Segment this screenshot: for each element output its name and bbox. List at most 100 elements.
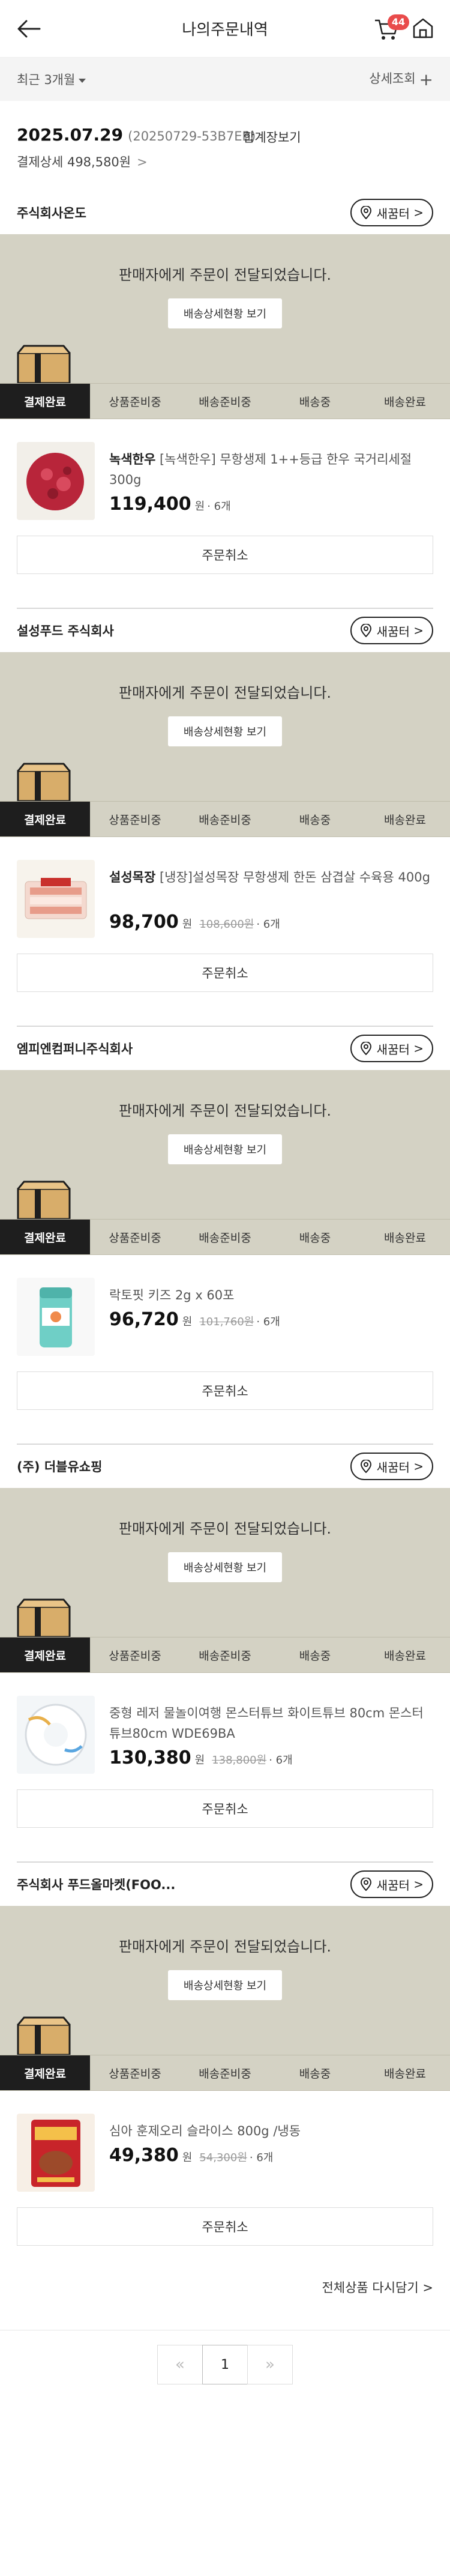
product-name[interactable]: 락토핏 키즈 2g x 60포 (109, 1285, 433, 1305)
delivery-detail-button[interactable]: 배송상세현황 보기 (167, 716, 283, 746)
shop-button[interactable]: 새꿈터 > (350, 1453, 433, 1480)
product-item[interactable]: 설성목장 [냉장]설성목장 무항생제 한돈 삼겹살 수육용 400g 98,70… (0, 837, 450, 942)
delivery-message: 판매자에게 주문이 전달되었습니다. (118, 267, 332, 283)
seller-name: 설성푸드 주식회사 (17, 624, 114, 638)
product-desc: [냉장]설성목장 무항생제 한돈 삼겹살 수육용 400g (159, 870, 430, 884)
payment-detail-text: 결제상세 498,580원 (17, 155, 131, 169)
shop-button-label: 새꿈터 (376, 624, 410, 639)
product-desc: 락토핏 키즈 2g x 60포 (109, 1288, 235, 1302)
product-desc: 심아 훈제오리 슬라이스 800g /냉동 (109, 2124, 301, 2138)
quantity: · 6개 (256, 1316, 280, 1328)
product-price: 98,700 원 108,600원 · 6개 (109, 912, 280, 933)
product-item[interactable]: 심아 훈제오리 슬라이스 800g /냉동 49,380 원 54,300원 · 6개 (0, 2091, 450, 2195)
location-pin-icon (360, 1878, 371, 1891)
delivery-banner: 판매자에게 주문이 전달되었습니다. 배송상세현황 보기 (0, 652, 450, 801)
delivery-banner: 판매자에게 주문이 전달되었습니다. 배송상세현황 보기 (0, 1070, 450, 1219)
cancel-order-button[interactable]: 주문취소 (17, 2207, 433, 2246)
prev-page-button[interactable]: « (157, 2345, 203, 2384)
cancel-order-button[interactable]: 주문취소 (17, 536, 433, 574)
back-arrow-icon[interactable] (16, 17, 42, 41)
delivery-message: 판매자에게 주문이 전달되었습니다. (118, 1102, 332, 1119)
order-date: 2025.07.29 (20250729-53B7EB) (17, 125, 256, 145)
status-step-4: 배송완료 (384, 1231, 426, 1245)
product-thumbnail[interactable] (17, 860, 95, 938)
status-step-2: 배송준비중 (199, 1649, 251, 1663)
status-step-0: 결제완료 (0, 1637, 90, 1672)
shop-button[interactable]: 새꿈터 > (350, 1870, 433, 1898)
shop-button[interactable]: 새꿈터 > (350, 199, 433, 226)
status-step-2: 배송준비중 (199, 1231, 251, 1245)
product-name[interactable]: 설성목장 [냉장]설성목장 무항생제 한돈 삼겹살 수육용 400g (109, 867, 433, 887)
cancel-order-button[interactable]: 주문취소 (17, 1789, 433, 1828)
quantity: · 6개 (269, 1754, 293, 1767)
chevron-right-icon: > (413, 1877, 424, 1891)
receipt-link[interactable]: 합계장보기 (243, 128, 301, 146)
product-price: 130,380 원 138,800원 · 6개 (109, 1747, 293, 1768)
chevron-right-icon: > (413, 623, 424, 638)
status-step-1: 상품준비중 (109, 813, 161, 827)
chevron-down-icon (79, 78, 86, 83)
seller-card: 엠피엔컴퍼니주식회사 새꿈터 > 판매자에게 주문이 전달되었습니다. 배송상세… (0, 1027, 450, 1445)
cancel-order-button[interactable]: 주문취소 (17, 954, 433, 992)
seller-list: 주식회사온도 새꿈터 > 판매자에게 주문이 전달되었습니다. 배송상세현황 보… (0, 191, 450, 2246)
original-price: 138,800원 (212, 1754, 267, 1767)
status-step-1: 상품준비중 (109, 1649, 161, 1663)
chevron-right-icon: > (413, 205, 424, 220)
parcel-box-icon (17, 763, 71, 801)
pagination: « 1 » (0, 2330, 450, 2486)
delivery-detail-button[interactable]: 배송상세현황 보기 (167, 1552, 283, 1582)
product-item[interactable]: 중형 레저 물놀이여행 몬스터튜브 화이트튜브 80cm 몬스터튜브80cm W… (0, 1673, 450, 1777)
reorder-all-label: 전체상품 다시담기 (322, 2281, 419, 2295)
status-step-3: 배송중 (299, 813, 331, 827)
detail-search-button[interactable]: 상세조회 + (369, 69, 433, 89)
product-price: 96,720 원 101,760원 · 6개 (109, 1309, 280, 1330)
shop-button-label: 새꿈터 (376, 1878, 410, 1893)
app-header: 나의주문내역 44 (0, 0, 450, 58)
product-thumbnail[interactable] (17, 442, 95, 520)
price-unit: 원 (182, 1316, 193, 1328)
shop-button-label: 새꿈터 (376, 206, 410, 221)
delivery-detail-button[interactable]: 배송상세현황 보기 (167, 298, 283, 328)
status-step-3: 배송중 (299, 1231, 331, 1245)
home-icon[interactable] (410, 16, 436, 41)
order-number: (20250729-53B7EB) (128, 129, 256, 144)
cancel-order-button[interactable]: 주문취소 (17, 1371, 433, 1410)
price-value: 49,380 (109, 2145, 179, 2166)
location-pin-icon (360, 206, 371, 219)
chevron-right-icon: > (137, 155, 148, 169)
status-step-3: 배송중 (299, 1649, 331, 1663)
page-title: 나의주문내역 (182, 21, 268, 39)
location-pin-icon (360, 624, 371, 637)
status-step-2: 배송준비중 (199, 395, 251, 409)
seller-row: 주식회사 푸드올마켓(FOO... 새꿈터 > (0, 1863, 450, 1906)
quantity: · 6개 (249, 2151, 274, 2164)
reorder-all-link[interactable]: 전체상품 다시담기 > (322, 2278, 433, 2296)
status-step-3: 배송중 (299, 2067, 331, 2081)
product-thumbnail[interactable] (17, 1278, 95, 1356)
delivery-message: 판매자에게 주문이 전달되었습니다. (118, 685, 332, 701)
product-item[interactable]: 락토핏 키즈 2g x 60포 96,720 원 101,760원 · 6개 (0, 1255, 450, 1359)
product-name[interactable]: 녹색한우 [녹색한우] 무항생제 1++등급 한우 국거리세절 300g (109, 449, 433, 490)
product-name[interactable]: 중형 레저 물놀이여행 몬스터튜브 화이트튜브 80cm 몬스터튜브80cm W… (109, 1703, 433, 1744)
shop-button[interactable]: 새꿈터 > (350, 1035, 433, 1062)
period-dropdown[interactable]: 최근 3개월 (17, 70, 86, 88)
seller-name: 엠피엔컴퍼니주식회사 (17, 1042, 133, 1056)
status-steps: 결제완료 상품준비중 배송준비중 배송중 배송완료 (0, 1219, 450, 1255)
product-item[interactable]: 녹색한우 [녹색한우] 무항생제 1++등급 한우 국거리세절 300g 119… (0, 419, 450, 524)
payment-detail-link[interactable]: 결제상세 498,580원 > (17, 153, 148, 171)
next-page-button[interactable]: » (247, 2345, 293, 2384)
product-thumbnail[interactable] (17, 1696, 95, 1774)
product-name[interactable]: 심아 훈제오리 슬라이스 800g /냉동 (109, 2121, 433, 2141)
status-step-2: 배송준비중 (199, 2067, 251, 2081)
delivery-detail-button[interactable]: 배송상세현황 보기 (167, 1134, 283, 1164)
page-number-current[interactable]: 1 (202, 2345, 248, 2384)
price-value: 96,720 (109, 1309, 179, 1330)
status-step-0: 결제완료 (0, 2055, 90, 2090)
parcel-box-icon (17, 2016, 71, 2055)
delivery-detail-button[interactable]: 배송상세현황 보기 (167, 1970, 283, 2000)
seller-name: (주) 더블유쇼핑 (17, 1460, 103, 1474)
status-step-4: 배송완료 (384, 395, 426, 409)
shop-button[interactable]: 새꿈터 > (350, 617, 433, 644)
quantity: · 6개 (207, 500, 231, 513)
product-thumbnail[interactable] (17, 2114, 95, 2192)
